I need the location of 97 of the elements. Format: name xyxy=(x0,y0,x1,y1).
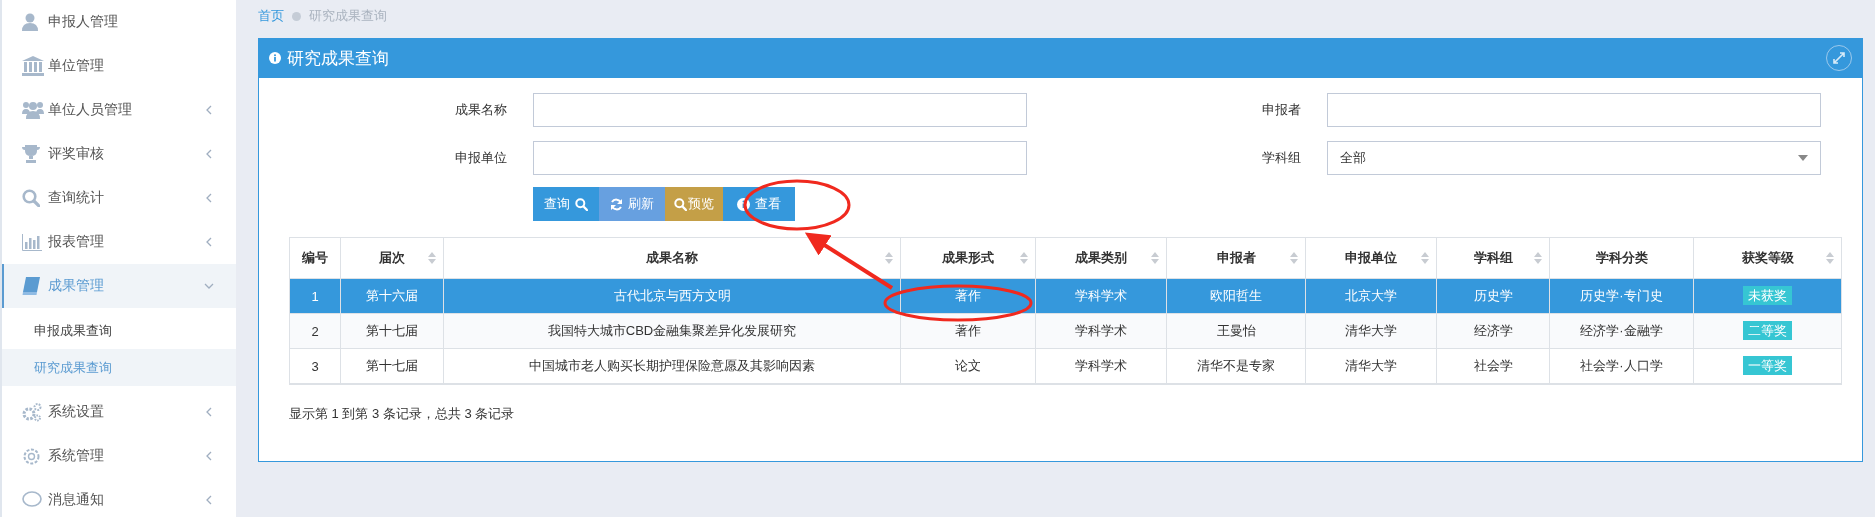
sort-icon xyxy=(1290,251,1298,265)
speech-bubble-icon xyxy=(22,491,42,509)
sort-icon xyxy=(1020,251,1028,265)
sidebar-label: 报表管理 xyxy=(48,233,105,251)
search-icon xyxy=(575,197,588,211)
table-cell: 1 xyxy=(289,278,341,314)
sidebar-label: 评奖审核 xyxy=(48,145,105,163)
table-cell: 学科学术 xyxy=(1035,348,1167,384)
table-cell: 3 xyxy=(289,348,341,384)
sidebar-item[interactable]: 报表管理 xyxy=(2,220,236,264)
table-cell: 经济学·金融学 xyxy=(1549,313,1694,349)
column-header[interactable]: 获奖等级 xyxy=(1693,237,1842,279)
table-cell: 学科学术 xyxy=(1035,313,1167,349)
bank-icon xyxy=(22,56,44,76)
sidebar-item[interactable]: 评奖审核 xyxy=(2,132,236,176)
field-label: 申报者 xyxy=(1260,101,1302,119)
table-cell: 历史学·专门史 xyxy=(1549,278,1694,314)
sort-icon xyxy=(885,251,893,265)
breadcrumb-current: 研究成果查询 xyxy=(309,7,387,25)
table-cell: 我国特大城市CBD金融集聚差异化发展研究 xyxy=(443,313,901,349)
column-header[interactable]: 成果名称 xyxy=(443,237,901,279)
bar-chart-icon xyxy=(22,233,42,251)
table-cell: 学科学术 xyxy=(1035,278,1167,314)
sidebar-item[interactable]: 系统设置 xyxy=(2,390,236,434)
sort-icon xyxy=(1826,251,1834,265)
table-cell: 社会学·人口学 xyxy=(1549,348,1694,384)
sidebar-item[interactable]: 申报人管理 xyxy=(2,0,236,44)
column-header[interactable]: 申报单位 xyxy=(1305,237,1437,279)
column-header[interactable]: 届次 xyxy=(340,237,444,279)
sidebar-label: 成果管理 xyxy=(48,277,105,295)
table-row[interactable]: 3 第十七届 中国城市老人购买长期护理保险意愿及其影响因素 论文 学科学术 清华不是专家 清华大学 社会学 社会学·人口学 一等奖 xyxy=(289,348,1842,384)
trophy-icon xyxy=(22,145,40,163)
table-cell: 第十六届 xyxy=(340,278,444,314)
info-icon xyxy=(269,52,281,64)
gears-icon xyxy=(22,402,42,422)
sidebar-label: 申报人管理 xyxy=(48,13,119,31)
award-tag: 未获奖 xyxy=(1743,286,1792,305)
sidebar-label: 消息通知 xyxy=(48,491,105,509)
table-cell: 论文 xyxy=(900,348,1036,384)
refresh-icon xyxy=(610,197,623,211)
table-cell: 欧阳哲生 xyxy=(1166,278,1306,314)
settings-icon xyxy=(22,446,41,466)
users-icon xyxy=(22,101,44,119)
sidebar-label: 查询统计 xyxy=(48,189,105,207)
table-cell: 古代北京与西方文明 xyxy=(443,278,901,314)
input-field[interactable] xyxy=(533,141,1027,175)
sidebar-label: 单位管理 xyxy=(48,57,105,75)
search-icon xyxy=(22,189,40,207)
info-icon xyxy=(737,197,750,211)
input-field[interactable] xyxy=(1326,93,1821,127)
table-cell: 清华大学 xyxy=(1305,348,1437,384)
column-header[interactable]: 学科组 xyxy=(1436,237,1550,279)
table-cell: 王曼怡 xyxy=(1166,313,1306,349)
sidebar-item[interactable]: 单位管理 xyxy=(2,44,236,88)
table-cell: 第十七届 xyxy=(340,313,444,349)
select-field[interactable]: 全部 xyxy=(1326,141,1821,175)
panel-title: 研究成果查询 xyxy=(287,47,390,70)
sidebar-label: 单位人员管理 xyxy=(48,101,133,119)
submenu-item[interactable]: 申报成果查询 xyxy=(2,312,236,349)
user-icon xyxy=(22,13,38,31)
input-field[interactable] xyxy=(533,93,1027,127)
award-tag: 二等奖 xyxy=(1743,321,1792,340)
field-label: 成果名称 xyxy=(454,101,508,119)
breadcrumb-separator xyxy=(292,11,301,21)
table-cell: 社会学 xyxy=(1436,348,1550,384)
sidebar-item[interactable]: 消息通知 xyxy=(2,478,236,517)
column-header[interactable]: 申报者 xyxy=(1166,237,1306,279)
sidebar-item[interactable]: 单位人员管理 xyxy=(2,88,236,132)
field-label: 学科组 xyxy=(1260,149,1302,167)
sidebar-label: 系统管理 xyxy=(48,447,105,465)
column-header: 编号 xyxy=(289,237,341,279)
table-cell: 第十七届 xyxy=(340,348,444,384)
table-cell: 清华大学 xyxy=(1305,313,1437,349)
sort-icon xyxy=(428,251,436,265)
expand-arrows-icon xyxy=(1832,51,1846,65)
pagination-info: 显示第 1 到第 3 条记录，总共 3 条记录 xyxy=(289,405,516,423)
award-tag: 一等奖 xyxy=(1743,356,1792,375)
sidebar-label: 系统设置 xyxy=(48,403,105,421)
table-cell: 2 xyxy=(289,313,341,349)
sort-icon xyxy=(1534,251,1542,265)
sort-icon xyxy=(1421,251,1429,265)
sidebar-item[interactable]: 系统管理 xyxy=(2,434,236,478)
book-icon xyxy=(22,277,40,295)
table-cell: 清华不是专家 xyxy=(1166,348,1306,384)
table-cell: 历史学 xyxy=(1436,278,1550,314)
column-header[interactable]: 成果类别 xyxy=(1035,237,1167,279)
column-header: 学科分类 xyxy=(1549,237,1694,279)
table-cell: 北京大学 xyxy=(1305,278,1437,314)
field-label: 申报单位 xyxy=(454,149,508,167)
sort-icon xyxy=(1151,251,1159,265)
caret-icon xyxy=(1797,155,1808,161)
table-row[interactable]: 2 第十七届 我国特大城市CBD金融集聚差异化发展研究 著作 学科学术 王曼怡 清华大学 经济学 经济学·金融学 二等奖 xyxy=(289,313,1842,349)
table-cell: 中国城市老人购买长期护理保险意愿及其影响因素 xyxy=(443,348,901,384)
table-cell: 经济学 xyxy=(1436,313,1550,349)
search-icon xyxy=(674,197,687,211)
column-header[interactable]: 成果形式 xyxy=(900,237,1036,279)
sidebar-item[interactable]: 查询统计 xyxy=(2,176,236,220)
